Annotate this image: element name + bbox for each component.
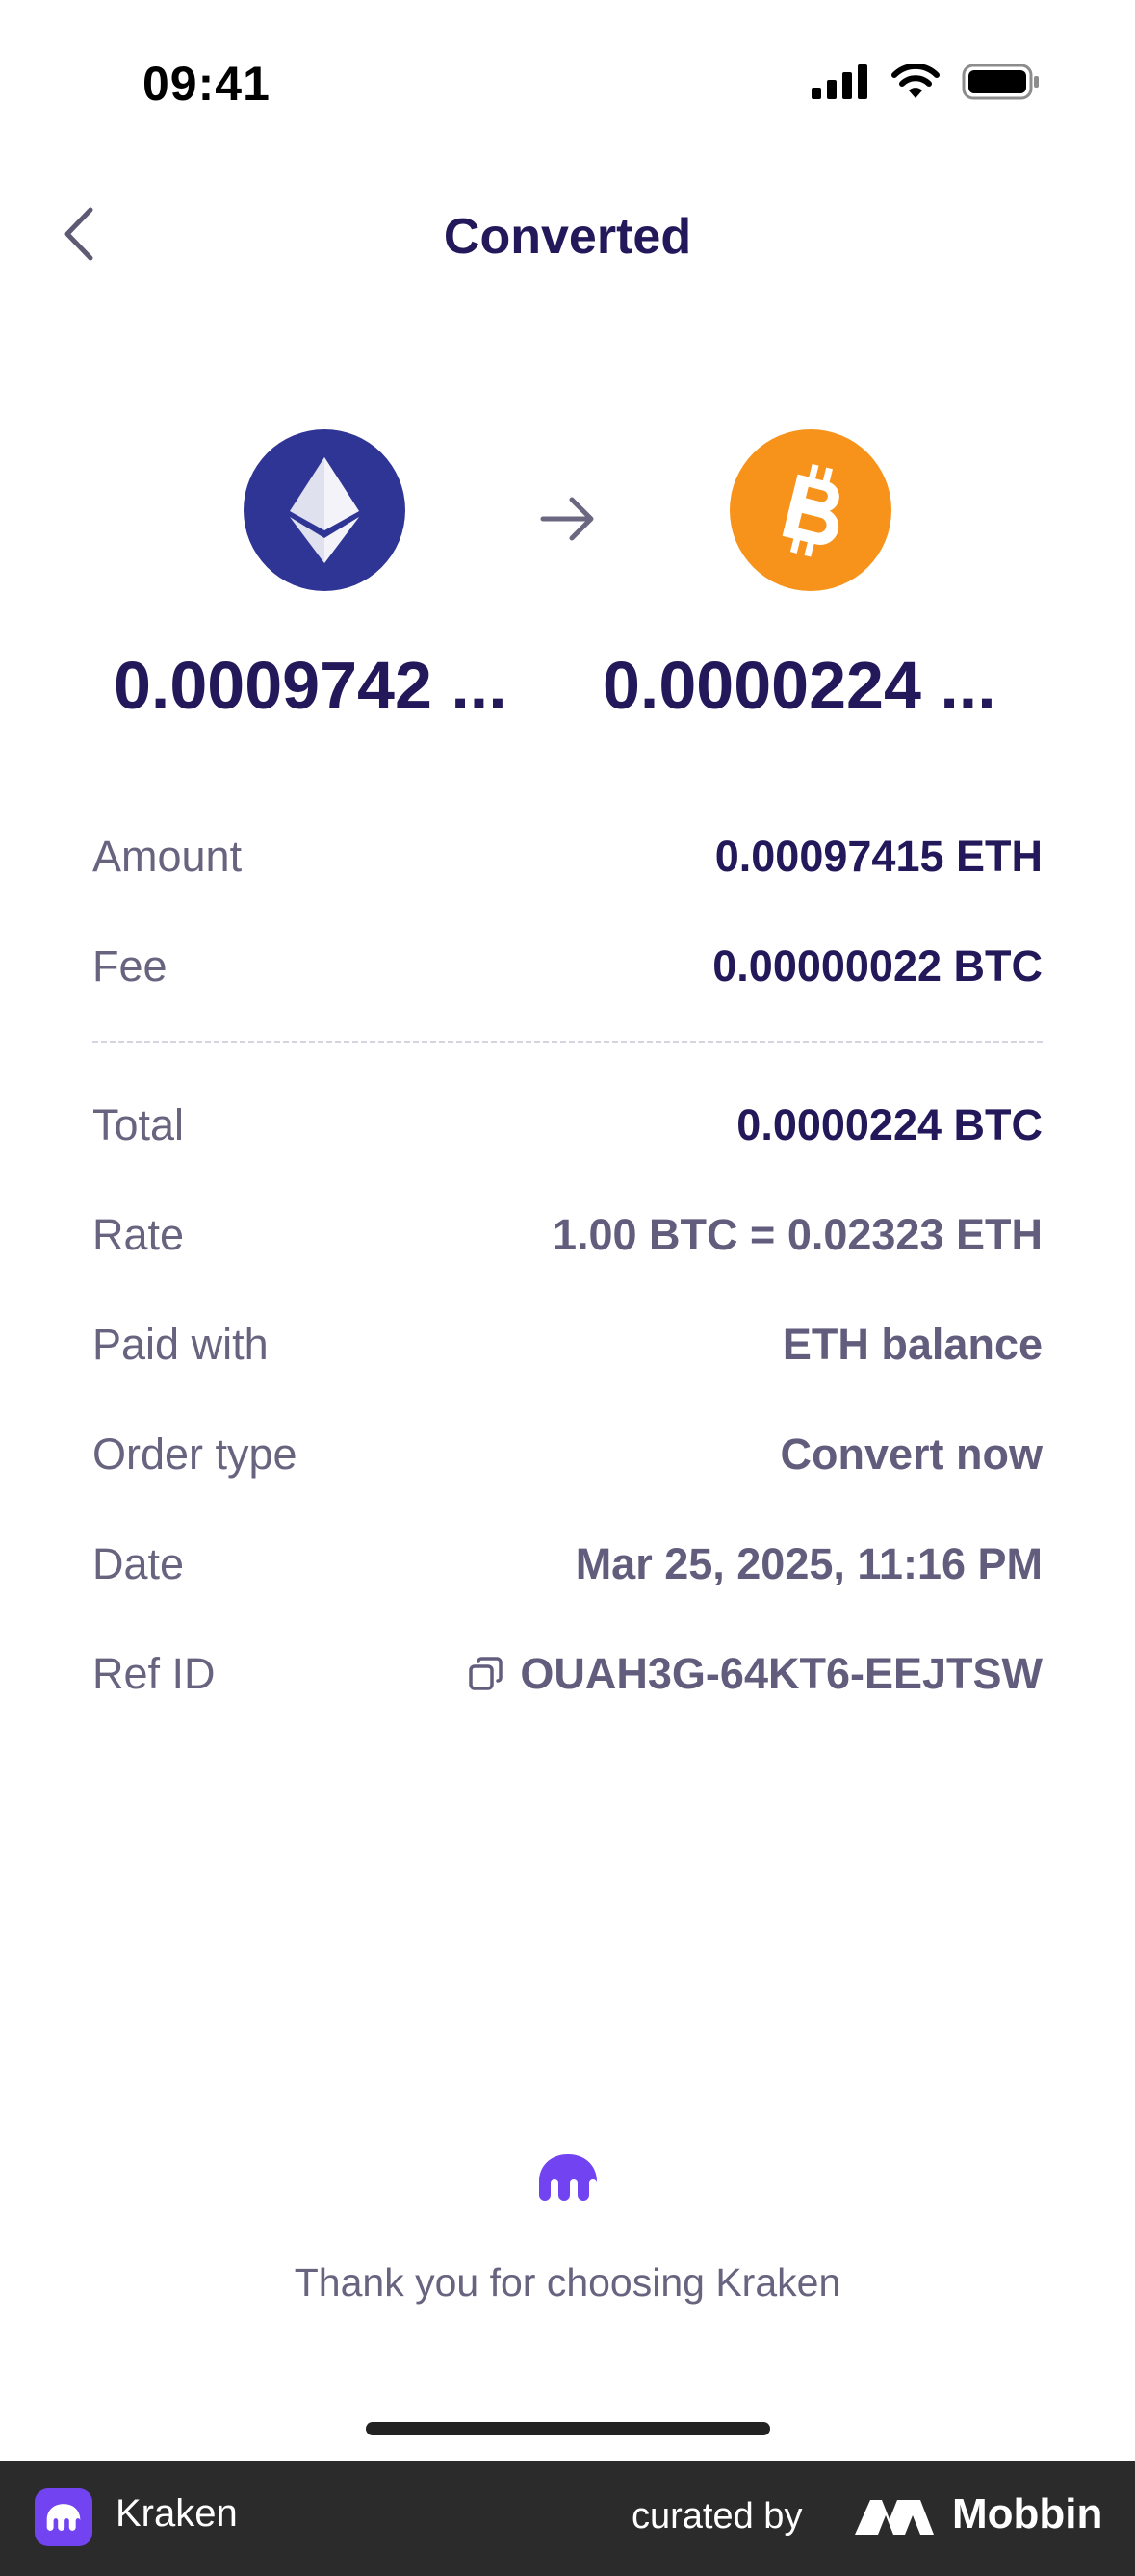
thank-you-message: Thank you for choosing Kraken: [294, 2260, 841, 2305]
kraken-logo-icon: [539, 2154, 597, 2201]
home-indicator[interactable]: [366, 2422, 770, 2435]
copy-icon: [466, 1655, 504, 1693]
wifi-icon: [891, 64, 940, 98]
to-amount: 0.0000224 ...: [603, 648, 996, 723]
page-title: Converted: [443, 209, 692, 265]
status-bar: 09:41: [0, 0, 1135, 164]
ref-id-value: OUAH3G-64KT6-EEJTSW: [520, 1649, 1043, 1698]
from-amount: 0.0009742 ...: [114, 648, 507, 723]
battery-icon: [962, 64, 1039, 100]
order-type-row: Order type Convert now: [92, 1421, 1043, 1488]
total-label: Total: [92, 1100, 185, 1149]
nav-bar: Converted: [0, 183, 1135, 289]
curated-by-label: curated by: [632, 2496, 803, 2537]
ref-id-copy-button[interactable]: OUAH3G-64KT6-EEJTSW: [466, 1649, 1043, 1699]
rate-value: 1.00 BTC = 0.02323 ETH: [552, 1210, 1043, 1259]
fee-value: 0.00000022 BTC: [712, 941, 1043, 991]
date-row: Date Mar 25, 2025, 11:16 PM: [92, 1531, 1043, 1598]
bitcoin-icon: [730, 429, 891, 591]
attribution-footer: Kraken curated by Mobbin: [0, 2461, 1135, 2576]
mobbin-brand: Mobbin: [952, 2490, 1103, 2537]
rate-row: Rate 1.00 BTC = 0.02323 ETH: [92, 1201, 1043, 1269]
status-icons: [812, 64, 1041, 100]
paid-with-value: ETH balance: [782, 1320, 1043, 1369]
date-label: Date: [92, 1539, 185, 1588]
ref-id-row: Ref ID OUAH3G-64KT6-EEJTSW: [92, 1640, 1043, 1708]
order-type-label: Order type: [92, 1430, 297, 1479]
dashed-divider: [92, 1041, 1043, 1043]
order-type-value: Convert now: [780, 1430, 1043, 1479]
kraken-app-icon: [35, 2488, 92, 2546]
status-time: 09:41: [142, 57, 271, 111]
amount-value: 0.00097415 ETH: [714, 832, 1043, 881]
rate-label: Rate: [92, 1210, 185, 1259]
fee-label: Fee: [92, 941, 168, 991]
arrow-right-icon: [540, 497, 594, 541]
fee-row: Fee 0.00000022 BTC: [92, 933, 1043, 1000]
mobbin-logo-icon: [855, 2500, 934, 2535]
app-name: Kraken: [116, 2492, 238, 2535]
total-row: Total 0.0000224 BTC: [92, 1092, 1043, 1159]
ethereum-icon: [244, 429, 405, 591]
total-value: 0.0000224 BTC: [736, 1100, 1043, 1149]
date-value: Mar 25, 2025, 11:16 PM: [575, 1539, 1043, 1588]
cellular-signal-icon: [812, 64, 867, 99]
paid-with-row: Paid with ETH balance: [92, 1311, 1043, 1378]
paid-with-label: Paid with: [92, 1320, 269, 1369]
amount-row: Amount 0.00097415 ETH: [92, 823, 1043, 890]
amount-label: Amount: [92, 832, 243, 881]
ref-id-label: Ref ID: [92, 1649, 216, 1698]
